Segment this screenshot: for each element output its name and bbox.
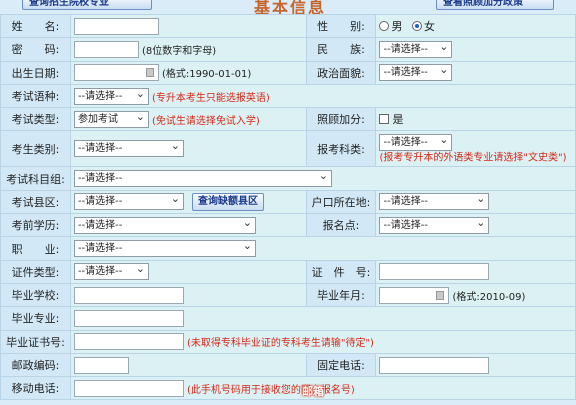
graduate-date-label: 毕业年月: <box>305 282 377 308</box>
household-select[interactable]: --请选择-- <box>379 191 490 211</box>
query-schools-button[interactable]: 查询招生院校专业 <box>22 0 152 10</box>
landline-input[interactable] <box>379 356 490 374</box>
graduate-major-input[interactable] <box>73 309 184 327</box>
password-hint: (8位数字和字母) <box>141 45 217 57</box>
row-education: 考前学历: --请选择-- 报名点: --请选择-- <box>0 213 576 238</box>
graduate-date-hint: (格式:2010-09) <box>452 291 526 303</box>
subject-group-label: 考试科目组: <box>0 166 71 191</box>
row-major: 毕业专业: <box>0 306 576 331</box>
row-mobile: 移动电话: (此手机号码用于接收您的网上报名号) <box>0 376 576 401</box>
certificate-no-input[interactable] <box>73 333 184 351</box>
subject-category-select[interactable]: --请选择-- <box>379 132 453 151</box>
pre-education-select[interactable]: --请选择-- <box>73 215 256 234</box>
row-examtype-bonus: 考试类型: 参加考试(免试生请选择免试入学) 照顾加分: 是 <box>0 107 576 132</box>
row-password-ethnicity: 密 码: (8位数字和字母) 民 族: --请选择-- <box>0 37 576 62</box>
exam-language-hint: (专升本考生只能选报英语) <box>151 92 270 104</box>
row-certificate: 毕业证书号: (未取得专科毕业证的专科考生请输"待定") <box>0 329 576 354</box>
calendar-icon[interactable] <box>145 68 154 78</box>
landline-label: 固定电话: <box>305 352 377 378</box>
password-input[interactable] <box>73 40 139 58</box>
exam-type-hint: (免试生请选择免试入学) <box>151 115 260 127</box>
top-bar: 查询招生院校专业 基本信息 查看照顾加分政策 <box>0 0 576 17</box>
mobile-hint: (此手机号码用于接收您的网上报名号) <box>186 384 355 396</box>
gender-label: 性 别: <box>305 13 377 39</box>
ethnicity-label: 民 族: <box>305 37 377 62</box>
bonus-policy-button[interactable]: 查看照顾加分政策 <box>436 0 554 10</box>
row-subject-group: 考试科目组: --请选择-- <box>0 166 576 191</box>
political-select[interactable]: --请选择-- <box>379 62 453 82</box>
row-county: 考试县区: --请选择-- 查询缺额县区 户口所在地: --请选择-- <box>0 189 576 215</box>
exam-site-label: 报名点: <box>305 213 377 238</box>
certificate-no-label: 毕业证书号: <box>0 329 71 354</box>
row-id: 证件类型: --请选择-- 证 件 号: <box>0 259 576 284</box>
bonus-option-label: 是 <box>392 113 404 127</box>
postcode-label: 邮政编码: <box>0 352 71 378</box>
graduate-major-label: 毕业专业: <box>0 306 71 331</box>
household-label: 户口所在地: <box>305 189 377 215</box>
exam-county-label: 考试县区: <box>0 189 71 215</box>
row-birth-political: 出生日期: (格式:1990-01-01) 政治面貌: --请选择-- <box>0 60 576 85</box>
row-school: 毕业学校: 毕业年月: (格式:2010-09) <box>0 282 576 308</box>
occupation-label: 职 业: <box>0 236 71 261</box>
graduate-date-input[interactable] <box>379 286 450 304</box>
candidate-category-label: 考生类别: <box>0 130 71 168</box>
political-label: 政治面貌: <box>305 60 377 85</box>
row-category: 考生类别: --请选择-- 报考科类: --请选择--(报考专升本的外语类专业请… <box>0 130 576 168</box>
birthdate-hint: (格式:1990-01-01) <box>161 69 252 81</box>
exam-type-select[interactable]: 参加考试 <box>73 109 149 128</box>
calendar-icon[interactable] <box>436 290 445 300</box>
gender-male-radio[interactable] <box>379 21 390 32</box>
gender-female-label: 女 <box>423 20 435 34</box>
mobile-label: 移动电话: <box>0 376 71 401</box>
gender-female-radio[interactable] <box>411 21 422 32</box>
birthdate-label: 出生日期: <box>0 60 71 85</box>
graduate-school-label: 毕业学校: <box>0 282 71 308</box>
exam-type-label: 考试类型: <box>0 107 71 132</box>
registration-form: 姓 名: 性 别: 男 女 密 码: (8位数字和字母) 民 族: --请选择-… <box>0 13 576 401</box>
subject-group-select[interactable]: --请选择-- <box>73 168 332 188</box>
id-number-label: 证 件 号: <box>305 259 377 284</box>
exam-site-select[interactable]: --请选择-- <box>379 215 490 234</box>
row-language: 考试语种: --请选择--(专升本考生只能选报英语) <box>0 83 576 109</box>
row-name-gender: 姓 名: 性 别: 男 女 <box>0 13 576 39</box>
id-type-select[interactable]: --请选择-- <box>73 261 149 281</box>
occupation-select[interactable]: --请选择-- <box>73 238 256 258</box>
candidate-category-select[interactable]: --请选择-- <box>73 138 184 158</box>
certificate-no-hint: (未取得专科毕业证的专科考生请输"待定") <box>186 338 374 350</box>
id-number-input[interactable] <box>379 263 490 281</box>
birthdate-input[interactable] <box>73 64 159 82</box>
ethnicity-select[interactable]: --请选择-- <box>379 39 453 58</box>
bonus-checkbox[interactable] <box>379 114 390 125</box>
subject-category-label: 报考科类: <box>305 130 377 168</box>
exam-language-label: 考试语种: <box>0 83 71 109</box>
name-label: 姓 名: <box>0 13 71 39</box>
subject-category-hint: (报考专升本的外语类专业请选择"文史类") <box>379 152 567 164</box>
graduate-school-input[interactable] <box>73 286 184 304</box>
row-occupation: 职 业: --请选择-- <box>0 236 576 261</box>
gender-male-label: 男 <box>391 20 403 34</box>
row-postcode: 邮政编码: 固定电话: <box>0 352 576 378</box>
postcode-input[interactable] <box>73 356 129 374</box>
name-input[interactable] <box>73 17 159 35</box>
bonus-label: 照顾加分: <box>305 107 377 132</box>
password-label: 密 码: <box>0 37 71 62</box>
exam-county-select[interactable]: --请选择-- <box>73 191 184 211</box>
id-type-label: 证件类型: <box>0 259 71 284</box>
mobile-input[interactable] <box>73 379 184 397</box>
watermark-text: 邮箱 <box>302 385 324 398</box>
pre-education-label: 考前学历: <box>0 213 71 238</box>
exam-language-select[interactable]: --请选择-- <box>73 86 149 105</box>
query-vacancy-county-button[interactable]: 查询缺额县区 <box>191 192 264 211</box>
